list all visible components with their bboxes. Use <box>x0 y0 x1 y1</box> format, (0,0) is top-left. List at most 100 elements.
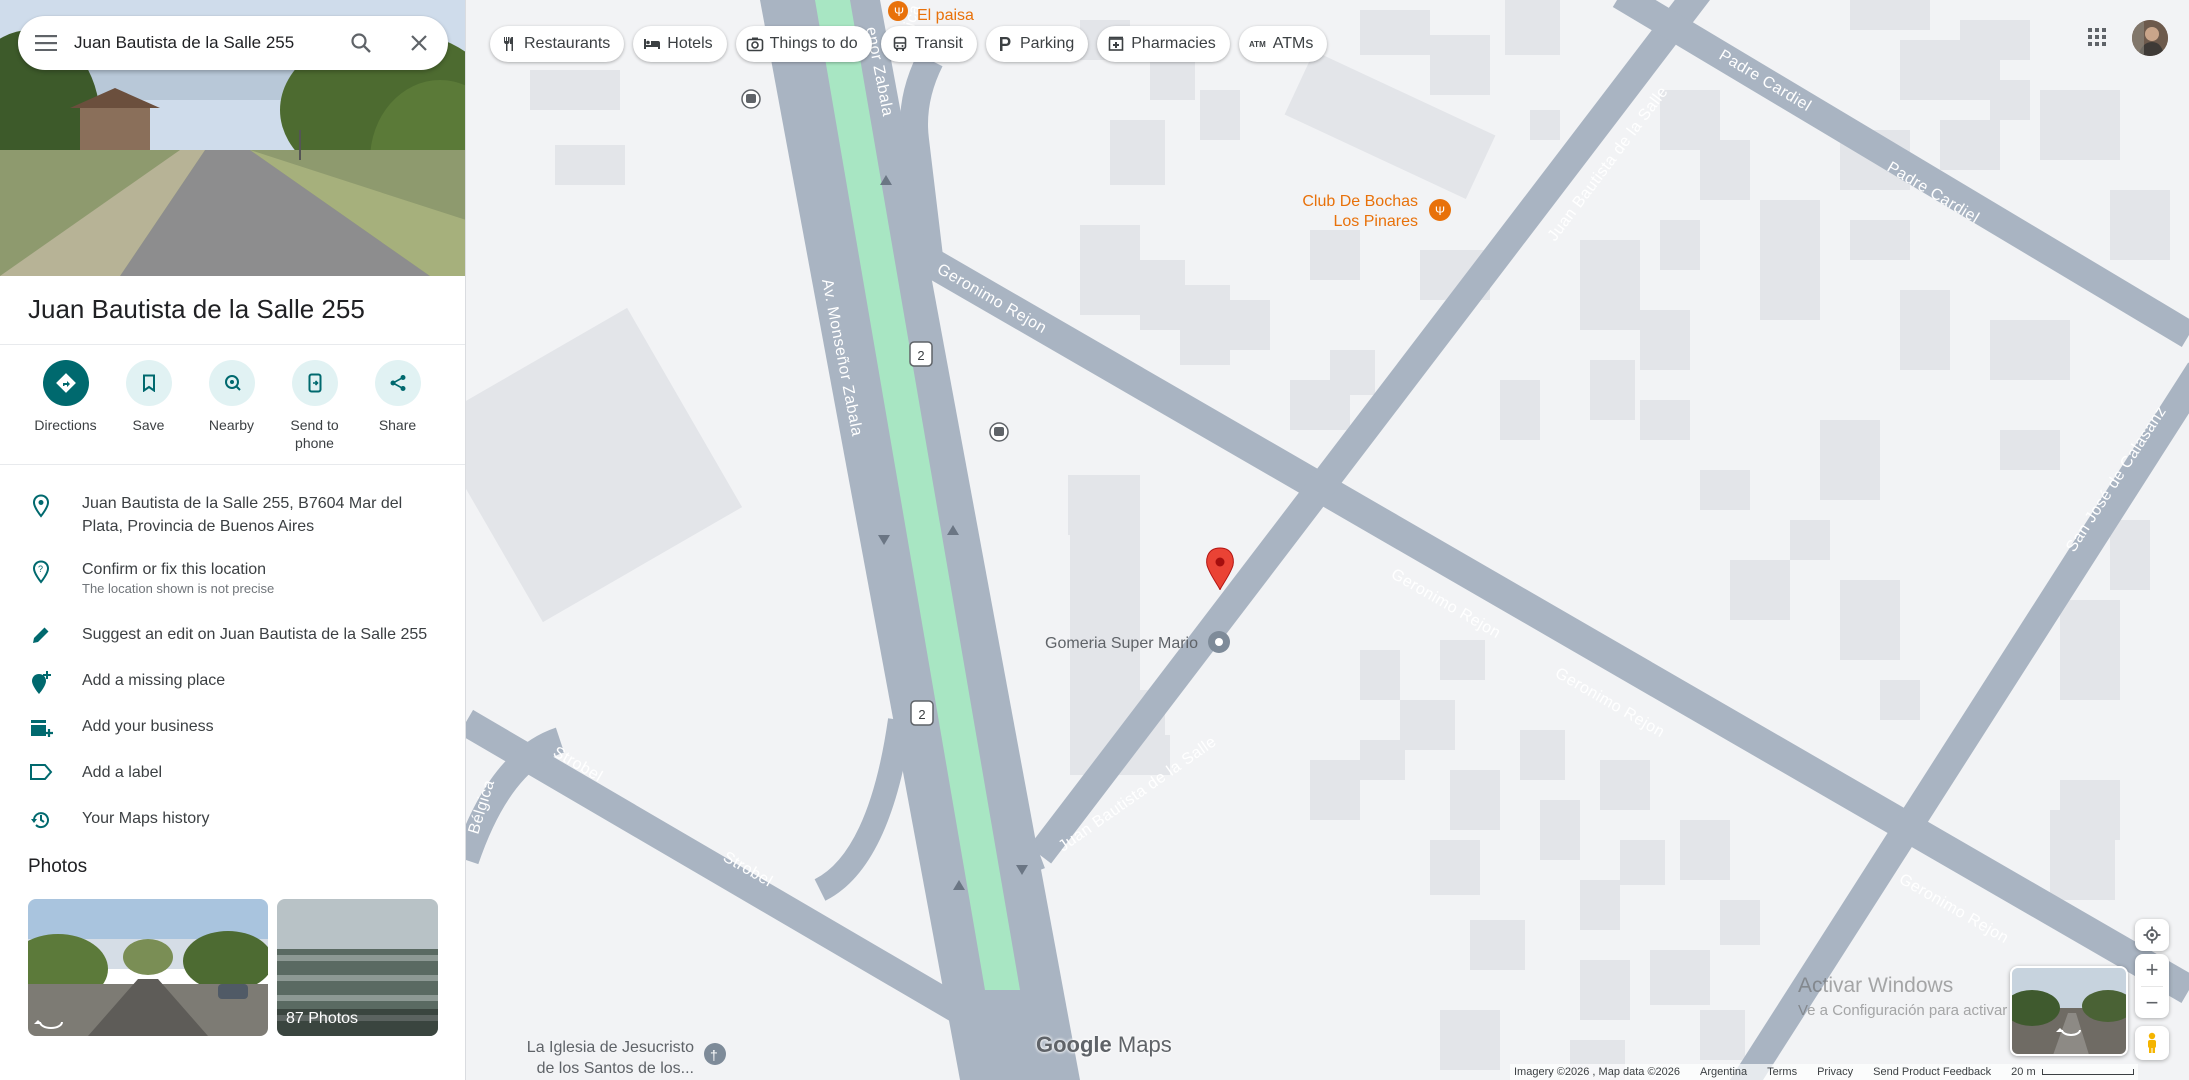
street-view-thumbnail[interactable] <box>2010 966 2128 1056</box>
apps-grid-icon <box>2088 28 2106 46</box>
my-location-button[interactable] <box>2135 919 2169 951</box>
footer-privacy-link[interactable]: Privacy <box>1817 1066 1853 1078</box>
phone-icon <box>308 373 321 393</box>
search-input[interactable]: Juan Bautista de la Salle 255 <box>74 33 332 53</box>
clear-search-button[interactable] <box>390 16 448 70</box>
directions-icon-circle <box>42 360 89 406</box>
maps-history-row[interactable]: Your Maps history <box>0 807 465 831</box>
photos-heading: Photos <box>28 856 88 877</box>
footer-feedback-link[interactable]: Send Product Feedback <box>1873 1066 1991 1078</box>
street-label-cardiel-1: Padre Cardiel <box>1716 47 1814 115</box>
share-label: Share <box>378 417 417 433</box>
address-text: Juan Bautista de la Salle 255, B7604 Mar… <box>82 495 403 535</box>
chip-transit[interactable]: Transit <box>880 26 977 62</box>
chip-hotels[interactable]: Hotels <box>633 26 727 62</box>
svg-text:Club De Bochas: Club De Bochas <box>1302 193 1418 210</box>
share-icon-circle <box>374 360 421 406</box>
save-icon-circle <box>125 360 172 406</box>
parking-icon <box>996 35 1014 53</box>
street-label-geronimo-1: Geronimo Rejon <box>934 261 1049 337</box>
bus-icon <box>891 35 909 53</box>
svg-text:Ψ: Ψ <box>894 5 904 19</box>
chip-restaurants[interactable]: Restaurants <box>490 26 625 62</box>
nearby-button[interactable]: Nearby <box>190 360 273 452</box>
route-shield: 2 <box>910 700 934 726</box>
photo-count-label: 87 Photos <box>286 1010 359 1027</box>
close-icon <box>411 35 427 51</box>
google-logo-text: Google <box>1036 1032 1112 1057</box>
svg-text:Los Pinares: Los Pinares <box>1334 213 1419 230</box>
add-missing-place-text: Add a missing place <box>82 672 226 689</box>
save-button[interactable]: Save <box>107 360 190 452</box>
maps-history-text: Your Maps history <box>82 810 210 827</box>
zoom-in-button[interactable]: + <box>2135 954 2169 986</box>
route-shield: 2 <box>909 341 933 367</box>
chip-parking[interactable]: Parking <box>986 26 1089 62</box>
send-to-phone-icon-circle <box>291 360 338 406</box>
map-footer: Imagery ©2026 , Map data ©2026 Argentina… <box>1510 1064 2138 1080</box>
svg-text:Ψ: Ψ <box>1435 204 1445 218</box>
scale-bar[interactable]: 20 m <box>2011 1066 2134 1078</box>
bus-stop-icon[interactable] <box>989 422 1009 442</box>
add-location-icon <box>0 669 82 695</box>
pencil-icon <box>0 623 82 646</box>
pegman-button[interactable] <box>2135 1026 2169 1060</box>
chip-label: Things to do <box>769 35 858 52</box>
location-pin-icon[interactable] <box>1206 547 1234 591</box>
chip-label: Restaurants <box>524 35 611 52</box>
svg-text:La Iglesia de Jesucristo: La Iglesia de Jesucristo <box>527 1039 694 1056</box>
chip-label: Parking <box>1020 35 1075 52</box>
chip-label: Pharmacies <box>1131 35 1216 52</box>
add-missing-place-row[interactable]: Add a missing place <box>0 669 465 695</box>
divider <box>0 464 465 465</box>
svg-text:†: † <box>710 1047 718 1063</box>
minus-icon: − <box>2145 990 2159 1015</box>
confirm-location-subtitle: The location shown is not precise <box>82 581 275 596</box>
bookmark-icon <box>142 374 155 392</box>
nearby-icon-circle <box>208 360 255 406</box>
chip-things-to-do[interactable]: Things to do <box>735 26 872 62</box>
save-label: Save <box>132 417 165 433</box>
add-business-row[interactable]: Add your business <box>0 715 465 739</box>
google-apps-button[interactable] <box>2080 20 2114 54</box>
pharmacy-icon <box>1107 35 1125 53</box>
menu-button[interactable] <box>18 16 74 70</box>
search-box[interactable]: Juan Bautista de la Salle 255 <box>18 16 448 70</box>
directions-button[interactable]: Directions <box>24 360 107 452</box>
category-chips: Restaurants Hotels Things to do Transit … <box>490 26 1328 62</box>
svg-text:2: 2 <box>918 707 925 722</box>
svg-text:Gomeria Super Mario: Gomeria Super Mario <box>1045 635 1198 652</box>
confirm-location-row[interactable]: ? Confirm or fix this location The locat… <box>0 558 465 597</box>
search-button[interactable] <box>332 16 390 70</box>
bus-stop-icon[interactable] <box>741 89 761 109</box>
chip-label: Hotels <box>667 35 713 52</box>
suggest-edit-row[interactable]: Suggest an edit on Juan Bautista de la S… <box>0 623 465 646</box>
share-button[interactable]: Share <box>356 360 439 452</box>
directions-label: Directions <box>34 417 97 433</box>
google-maps-logo: Google Maps <box>1036 1032 1172 1058</box>
chip-label: ATMs <box>1272 35 1314 52</box>
poi-el-paisa[interactable]: Ψ El paisa <box>888 1 974 24</box>
send-to-phone-button[interactable]: Send to phone <box>273 360 356 452</box>
address-row[interactable]: Juan Bautista de la Salle 255, B7604 Mar… <box>0 492 465 538</box>
place-side-panel: Juan Bautista de la Salle 255 Juan Bauti… <box>0 0 466 1080</box>
poi-club-de-bochas[interactable]: Club De Bochas Los Pinares Ψ <box>1302 193 1451 230</box>
chip-label: Transit <box>914 35 963 52</box>
zoom-out-button[interactable]: − <box>2135 987 2169 1019</box>
svg-text:de los Santos de los...: de los Santos de los... <box>537 1060 694 1077</box>
footer-terms-link[interactable]: Terms <box>1767 1066 1797 1078</box>
bed-icon <box>643 35 661 53</box>
poi-iglesia[interactable]: La Iglesia de Jesucristo de los Santos d… <box>527 1039 726 1077</box>
hamburger-menu-icon <box>35 35 57 51</box>
label-icon <box>0 761 82 784</box>
zoom-controls: + − <box>2135 954 2169 1018</box>
photo-gallery[interactable]: 87 Photos <box>277 899 438 1036</box>
chip-pharmacies[interactable]: Pharmacies <box>1097 26 1230 62</box>
chip-atms[interactable]: ATM ATMs <box>1238 26 1328 62</box>
photo-street-view[interactable] <box>28 899 268 1036</box>
add-label-row[interactable]: Add a label <box>0 761 465 784</box>
account-avatar[interactable] <box>2132 20 2168 56</box>
send-to-phone-label: Send to phone <box>290 417 339 451</box>
directions-icon <box>55 373 76 393</box>
store-add-icon <box>0 715 82 739</box>
